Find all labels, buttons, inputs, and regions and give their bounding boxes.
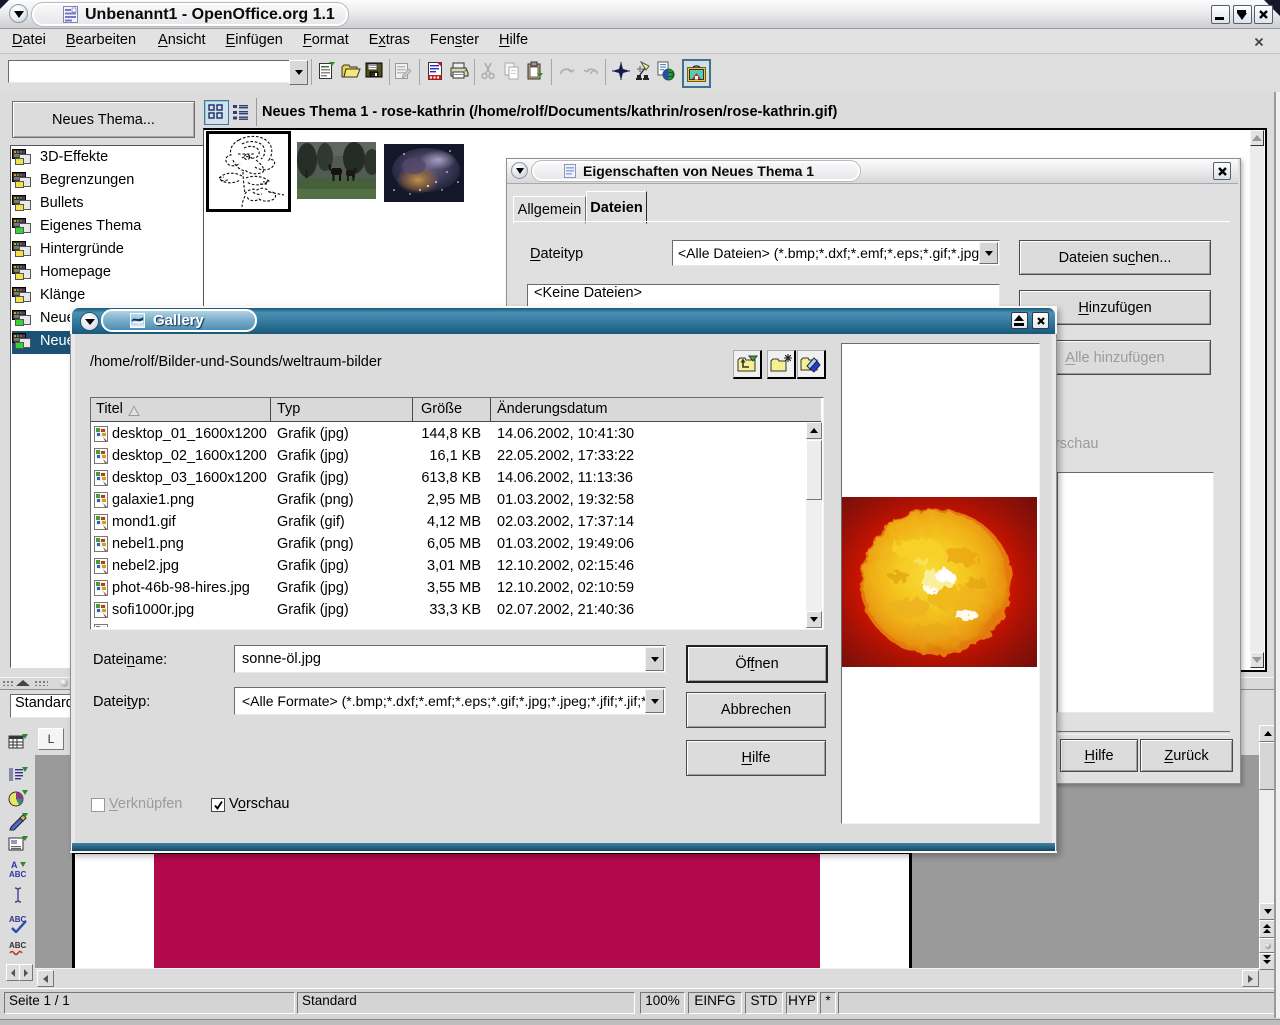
svg-text:A: A: [11, 860, 18, 870]
svg-text:ABC: ABC: [9, 870, 27, 879]
svg-text:ABC: ABC: [9, 941, 27, 950]
